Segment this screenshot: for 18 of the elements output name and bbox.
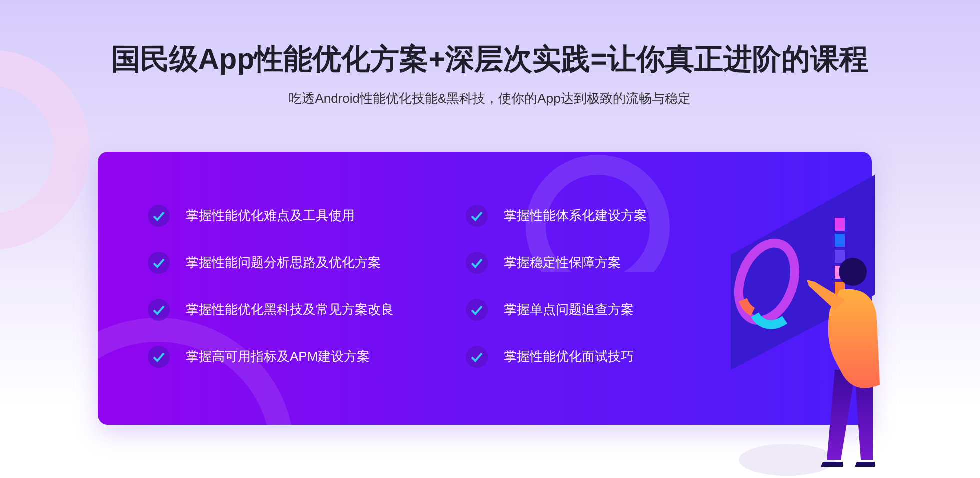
- feature-text: 掌握性能优化难点及工具使用: [186, 207, 355, 225]
- feature-text: 掌握性能体系化建设方案: [504, 207, 647, 225]
- feature-text: 掌握性能问题分析思路及优化方案: [186, 254, 381, 272]
- feature-text: 掌握高可用指标及APM建设方案: [186, 348, 370, 366]
- feature-text: 掌握单点问题追查方案: [504, 301, 634, 319]
- check-icon: [466, 252, 488, 274]
- check-icon: [148, 346, 170, 368]
- feature-text: 掌握性能优化黑科技及常见方案改良: [186, 301, 394, 319]
- check-icon: [466, 346, 488, 368]
- check-icon: [148, 252, 170, 274]
- page-title: 国民级App性能优化方案+深层次实践=让你真正进阶的课程: [111, 42, 869, 78]
- feature-text: 掌握稳定性保障方案: [504, 254, 621, 272]
- feature-text: 掌握性能优化面试技巧: [504, 348, 634, 366]
- check-icon: [466, 299, 488, 321]
- check-icon: [148, 205, 170, 227]
- check-icon: [148, 299, 170, 321]
- page-subtitle: 吃透Android性能优化技能&黑科技，使你的App达到极致的流畅与稳定: [289, 90, 691, 108]
- check-icon: [466, 205, 488, 227]
